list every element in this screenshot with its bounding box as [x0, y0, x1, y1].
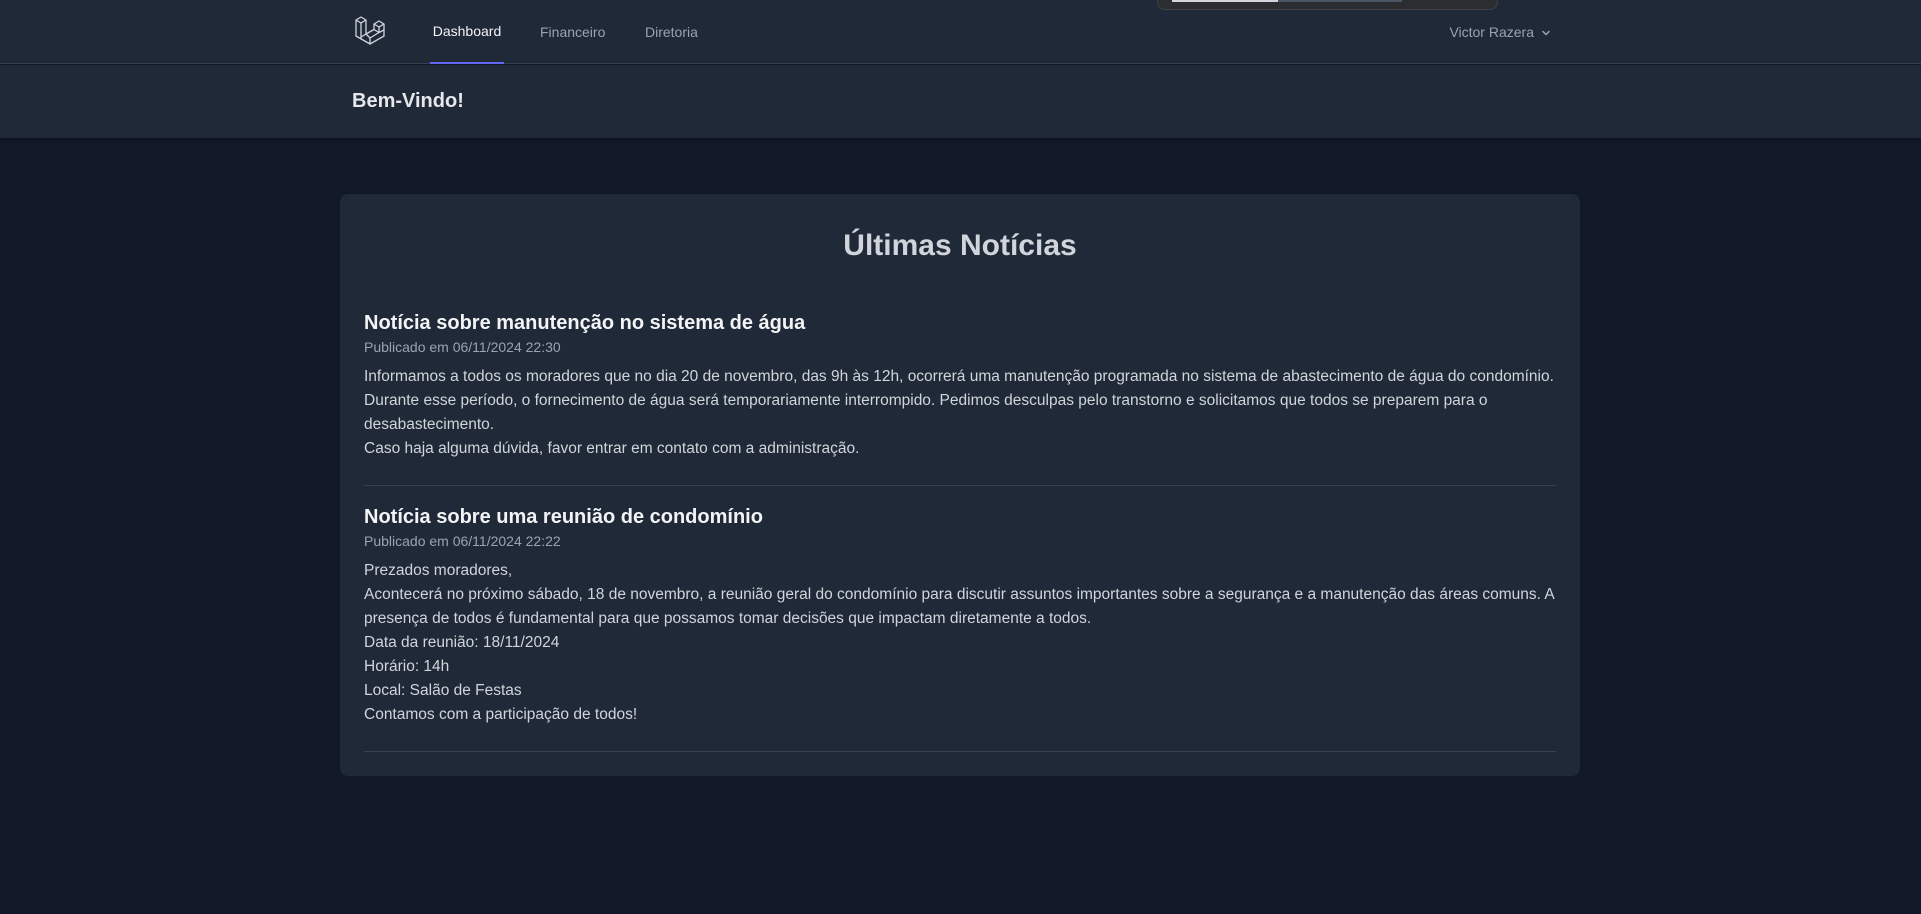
browser-overlay-bar	[1157, 0, 1498, 10]
news-title: Notícia sobre manutenção no sistema de á…	[364, 312, 806, 334]
overlay-segment	[1278, 0, 1402, 2]
overlay-segment	[1172, 0, 1278, 2]
news-paragraph: Prezados moradores,	[364, 562, 513, 579]
news-date: Publicado em 06/11/2024 22:30	[364, 339, 561, 355]
user-menu-button[interactable]: Victor Razera	[1449, 0, 1552, 64]
nav-link-dashboard[interactable]: Dashboard	[430, 0, 504, 64]
news-list: Notícia sobre manutenção no sistema de á…	[364, 310, 1556, 752]
news-title: Notícia sobre uma reunião de condomínio	[364, 506, 763, 528]
news-paragraph: Caso haja alguma dúvida, favor entrar em…	[364, 440, 860, 457]
news-item: Notícia sobre manutenção no sistema de á…	[364, 310, 1556, 486]
news-date: Publicado em 06/11/2024 22:22	[364, 533, 561, 549]
news-body: Informamos a todos os moradores que no d…	[364, 365, 1556, 461]
news-body: Prezados moradores, Acontecerá no próxim…	[364, 559, 1556, 727]
news-section-title: Últimas Notícias	[843, 229, 1077, 262]
chevron-down-icon	[1540, 26, 1552, 38]
news-paragraph: Contamos com a participação de todos!	[364, 706, 638, 723]
news-paragraph: Horário: 14h	[364, 658, 450, 675]
page-header: Bem-Vindo!	[0, 65, 1921, 138]
news-paragraph: Data da reunião: 18/11/2024	[364, 634, 560, 651]
nav-link-financeiro[interactable]: Financeiro	[540, 0, 605, 64]
nav-link-diretoria[interactable]: Diretoria	[645, 0, 698, 64]
news-paragraph: Local: Salão de Festas	[364, 682, 522, 699]
laravel-logo-icon[interactable]	[352, 14, 388, 50]
news-paragraph: Acontecerá no próximo sábado, 18 de nove…	[364, 586, 1554, 627]
news-card: Últimas Notícias Notícia sobre manutençã…	[340, 194, 1580, 776]
user-name: Victor Razera	[1449, 24, 1534, 40]
news-paragraph: Informamos a todos os moradores que no d…	[364, 368, 1554, 433]
page-title: Bem-Vindo!	[352, 90, 464, 112]
top-navigation-bar: Dashboard Financeiro Diretoria Victor Ra…	[0, 0, 1921, 64]
news-item: Notícia sobre uma reunião de condomínio …	[364, 504, 1556, 752]
